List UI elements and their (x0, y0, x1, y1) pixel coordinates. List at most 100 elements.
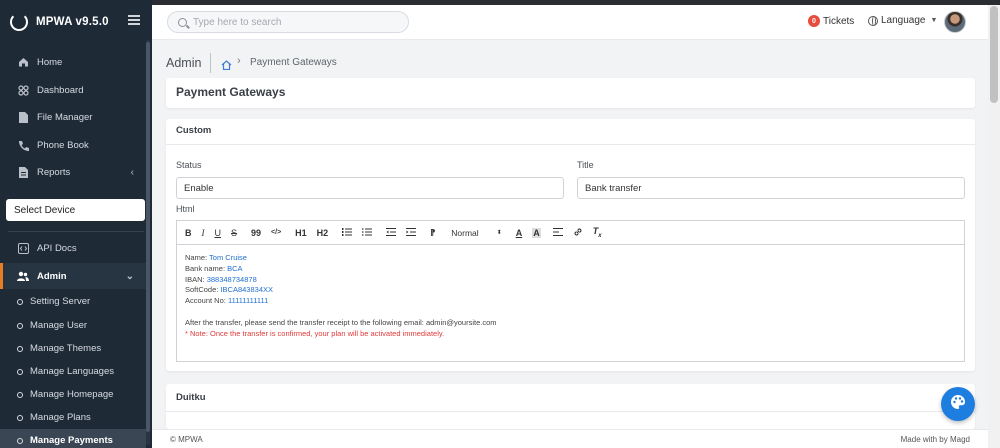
brand[interactable]: MPWA v9.5.0 (0, 5, 152, 39)
sidebar-subitem-label: Manage Payments (30, 435, 113, 446)
align-icon[interactable] (552, 227, 563, 238)
softcode-value: IBCA843834XX (220, 285, 273, 295)
underline-button[interactable]: U (215, 228, 222, 238)
circle-icon (17, 391, 23, 398)
circle-icon (17, 368, 23, 375)
ordered-list-icon[interactable] (342, 227, 353, 238)
code-button[interactable]: </> (271, 229, 281, 236)
circle-icon (17, 322, 23, 329)
sidebar-item-label: File Manager (37, 111, 93, 123)
sidebar-subitem-label: Manage Themes (30, 343, 102, 354)
tickets-count-badge: 0 (808, 15, 820, 27)
top-header: 0 Tickets Language ▼ (152, 5, 988, 40)
sidebar-subitem-manage-themes[interactable]: Manage Themes (0, 337, 146, 360)
title-label: Title (577, 160, 594, 170)
main-content: Admin › Payment Gateways Payment Gateway… (152, 40, 988, 448)
sidebar-subitem-manage-user[interactable]: Manage User (0, 314, 146, 337)
chevron-right-icon: › (237, 55, 241, 67)
italic-button[interactable]: I (202, 228, 205, 238)
outdent-icon[interactable] (386, 227, 397, 238)
editor-line-account: Account No: 11111111111 (185, 296, 956, 307)
sidebar-item-reports[interactable]: Reports ‹ (0, 159, 146, 185)
footer: © MPWA Made with by Magd (152, 429, 988, 448)
sidebar-item-admin[interactable]: Admin ⌄ (0, 263, 146, 289)
sidebar-item-api-docs[interactable]: API Docs (0, 235, 146, 261)
select-device-dropdown[interactable]: Select Device (6, 199, 145, 221)
iban-value: 388348734878 (206, 274, 257, 284)
background-color-icon[interactable]: A (532, 227, 541, 238)
home-icon[interactable] (221, 57, 232, 71)
sidebar-divider (8, 231, 144, 232)
menu-toggle-icon[interactable] (128, 15, 140, 25)
globe-icon (868, 15, 878, 26)
sidebar-item-file-manager[interactable]: File Manager (0, 104, 146, 130)
sidebar: MPWA v9.5.0 Home Dashboard File Manager … (0, 0, 152, 448)
sidebar-item-label: Dashboard (37, 84, 84, 96)
home-icon (17, 57, 29, 67)
sidebar-scrollbar-thumb[interactable] (146, 42, 150, 432)
h2-button[interactable]: H2 (317, 228, 329, 238)
sidebar-item-home[interactable]: Home (0, 49, 146, 75)
editor-line-softcode: SoftCode: IBCA843834XX (185, 285, 956, 296)
caret-down-icon: ▼ (930, 17, 938, 24)
code-icon (17, 242, 29, 254)
sidebar-subitem-manage-plans[interactable]: Manage Plans (0, 406, 146, 429)
bold-button[interactable]: B (185, 228, 192, 238)
html-editor[interactable]: B I U S 99 </> H1 H2 ⁋ Normal ⬍ A A Tx N… (176, 220, 965, 362)
page-scrollbar-thumb[interactable] (990, 6, 998, 103)
font-color-icon[interactable]: A (516, 228, 523, 238)
status-label: Status (176, 160, 202, 170)
search-input[interactable] (193, 16, 403, 28)
search-box[interactable] (167, 11, 409, 33)
sidebar-subitem-label: Manage Plans (30, 412, 91, 423)
breadcrumb-page: Payment Gateways (250, 57, 337, 68)
sidebar-item-label: Home (37, 56, 63, 68)
language-dropdown[interactable]: Language ▼ (868, 15, 937, 26)
sidebar-subitem-manage-homepage[interactable]: Manage Homepage (0, 383, 146, 406)
clear-format-icon[interactable]: Tx (593, 226, 602, 239)
editor-content[interactable]: Name: Tom Cruise Bank name: BCA IBAN: 38… (177, 245, 964, 347)
bank-key: Bank name: (185, 263, 226, 273)
custom-gateway-card: Custom Status Enable Title Bank transfer… (166, 119, 975, 371)
palette-icon (950, 394, 966, 415)
language-label: Language (881, 15, 926, 26)
sidebar-item-dashboard[interactable]: Dashboard (0, 77, 146, 103)
tickets-link[interactable]: 0 Tickets (808, 15, 854, 27)
sidebar-subitem-manage-languages[interactable]: Manage Languages (0, 360, 146, 383)
sidebar-subitem-label: Manage User (30, 320, 88, 331)
editor-blank-line (185, 307, 956, 318)
sidebar-item-label: API Docs (37, 242, 77, 254)
avatar[interactable] (944, 11, 966, 33)
link-icon[interactable] (573, 227, 583, 239)
format-select[interactable]: Normal ⬍ (451, 228, 501, 238)
sidebar-item-phone-book[interactable]: Phone Book (0, 132, 146, 158)
duitku-card-title: Duitku (166, 384, 975, 412)
quote-button[interactable]: 99 (251, 228, 261, 238)
editor-line-name: Name: Tom Cruise (185, 253, 956, 264)
theme-customizer-button[interactable] (941, 387, 975, 421)
bullet-list-icon[interactable] (362, 227, 373, 238)
page-title: Payment Gateways (176, 85, 286, 99)
account-value: 11111111111 (227, 296, 269, 306)
iban-key: IBAN: (185, 274, 205, 284)
text-direction-icon[interactable]: ⁋ (430, 228, 435, 237)
name-value: Tom Cruise (209, 253, 247, 262)
title-input[interactable]: Bank transfer (577, 177, 965, 199)
sidebar-subitem-manage-payments[interactable]: Manage Payments (0, 429, 146, 448)
duitku-gateway-card: Duitku (166, 384, 975, 429)
h1-button[interactable]: H1 (295, 228, 307, 238)
footer-credit: Made with by Magd (900, 435, 970, 444)
updown-icon: ⬍ (496, 230, 502, 236)
sidebar-subitem-label: Manage Languages (30, 366, 114, 377)
format-select-value: Normal (451, 227, 479, 238)
logo-icon (10, 13, 28, 31)
chevron-down-icon: ⌄ (125, 270, 134, 282)
sidebar-subitem-setting-server[interactable]: Setting Server (0, 290, 146, 313)
editor-note: * Note: Once the transfer is confirmed, … (185, 328, 445, 338)
dashboard-icon (17, 84, 29, 96)
file-icon (17, 111, 29, 123)
custom-card-title: Custom (166, 119, 975, 145)
status-select[interactable]: Enable (176, 177, 564, 199)
indent-icon[interactable] (406, 227, 417, 238)
strike-button[interactable]: S (231, 228, 237, 238)
